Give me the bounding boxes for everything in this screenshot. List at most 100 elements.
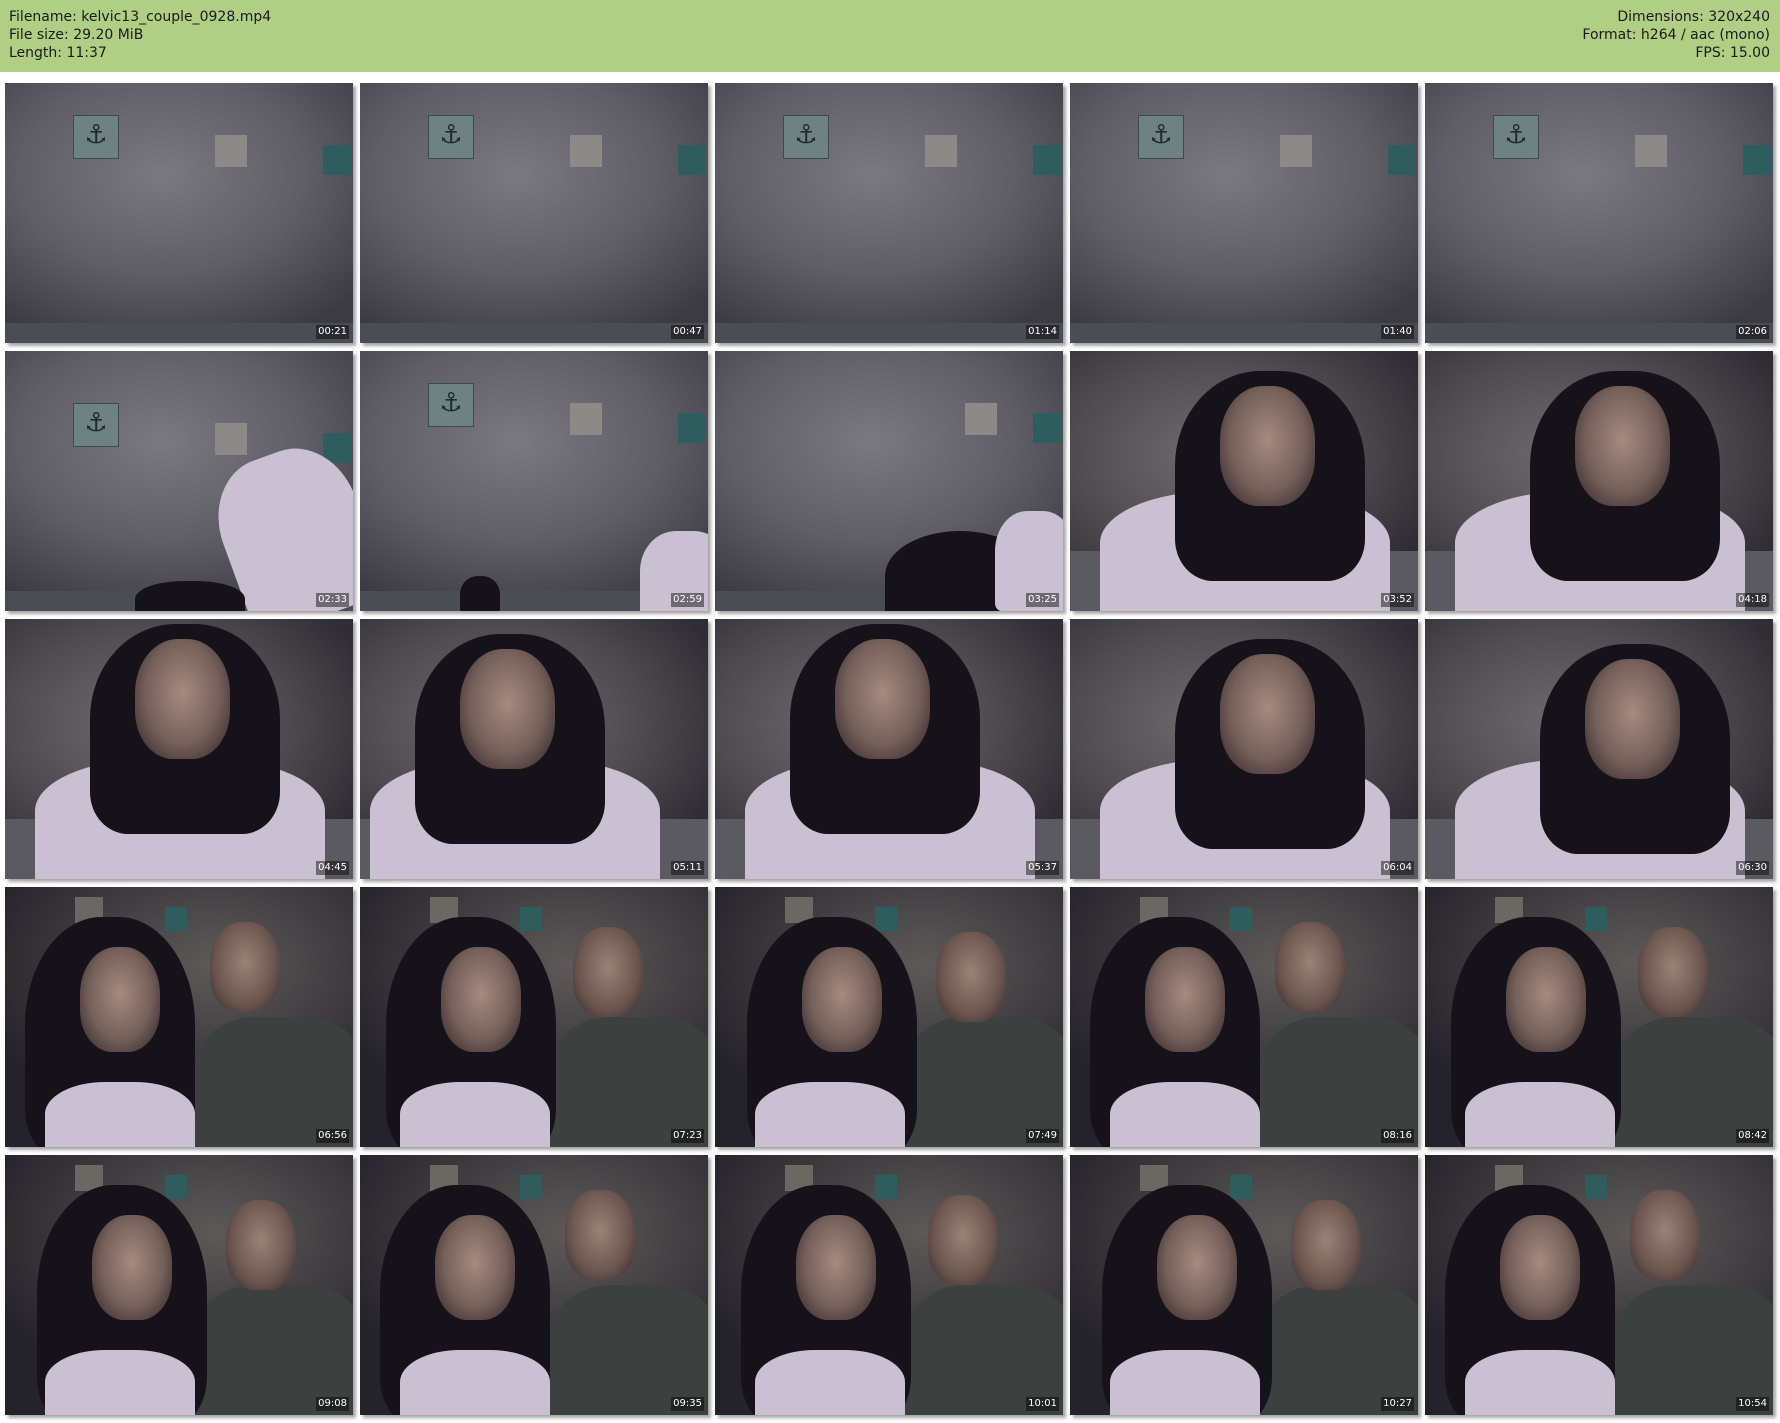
man-head-shape [1630,1190,1700,1280]
wall-card [570,135,602,167]
wall-teal-card [165,907,187,931]
frame-image [360,619,708,879]
wall-teal-card [678,145,706,175]
woman-shirt-shape [45,1082,195,1147]
frame-timestamp: 04:45 [316,861,349,875]
anchor-poster [428,383,474,427]
anchor-poster [783,115,829,159]
wall-card [965,403,997,435]
frame-timestamp: 05:11 [671,861,704,875]
frame-timestamp: 06:56 [316,1129,349,1143]
bed-edge [360,323,708,343]
anchor-poster [428,115,474,159]
frame-image [5,83,353,343]
video-thumbnail: 00:47 [360,83,708,343]
frame-timestamp: 06:30 [1736,861,1769,875]
video-thumbnail: 07:49 [715,887,1063,1147]
video-thumbnail: 02:33 [5,351,353,611]
wall-teal-card [520,1175,542,1199]
man-head-shape [573,927,643,1017]
man-head-shape [1291,1200,1361,1290]
wall-teal-card [1743,145,1771,175]
woman-shirt-shape [1110,1082,1260,1147]
bed-edge [5,323,353,343]
woman-face-shape [92,1215,172,1320]
man-head-shape [928,1195,998,1285]
bed-edge [715,323,1063,343]
man-shirt-shape [550,1285,708,1415]
woman-face-shape [802,947,882,1052]
frame-timestamp: 08:16 [1381,1129,1414,1143]
frame-timestamp: 07:49 [1026,1129,1059,1143]
video-thumbnail: 02:59 [360,351,708,611]
video-thumbnail: 10:54 [1425,1155,1773,1415]
wall-teal-card [1230,907,1252,931]
woman-face-shape [1145,947,1225,1052]
frame-timestamp: 09:35 [671,1397,704,1411]
man-head-shape [1638,927,1708,1017]
woman-face-shape [1220,654,1315,774]
frame-image [715,1155,1063,1415]
man-head-shape [936,932,1006,1022]
woman-face-shape [835,639,930,759]
man-shirt-shape [1260,1017,1418,1147]
frame-timestamp: 05:37 [1026,861,1059,875]
woman-shirt-shape [400,1082,550,1147]
woman-face-shape [80,947,160,1052]
frame-image [5,351,353,611]
video-thumbnail: 05:37 [715,619,1063,879]
woman-shirt-shape [755,1082,905,1147]
frame-image [5,887,353,1147]
video-thumbnail: 06:04 [1070,619,1418,879]
frame-image [715,351,1063,611]
video-thumbnail: 07:23 [360,887,708,1147]
video-thumbnail: 00:21 [5,83,353,343]
anchor-poster [1138,115,1184,159]
frame-timestamp: 10:27 [1381,1397,1414,1411]
woman-face-shape [441,947,521,1052]
thumbnail-grid: 00:21 00:47 01:14 01:40 02:06 02:33 02:59 03:25… [0,0,1780,1423]
frame-timestamp: 02:33 [316,593,349,607]
frame-image [5,619,353,879]
frame-image [1070,887,1418,1147]
frame-timestamp: 07:23 [671,1129,704,1143]
wall-card [215,135,247,167]
man-head-shape [210,922,280,1012]
frame-timestamp: 04:18 [1736,593,1769,607]
video-thumbnail: 02:06 [1425,83,1773,343]
frame-timestamp: 08:42 [1736,1129,1769,1143]
frame-image [360,83,708,343]
frame-timestamp: 10:54 [1736,1397,1769,1411]
video-thumbnail: 09:08 [5,1155,353,1415]
wall-teal-card [1033,145,1061,175]
frame-image [715,619,1063,879]
woman-shirt-shape [45,1350,195,1415]
woman-face-shape [135,639,230,759]
frame-timestamp: 02:59 [671,593,704,607]
woman-shirt-shape [1465,1350,1615,1415]
wall-card [925,135,957,167]
wall-teal-card [1388,145,1416,175]
frame-timestamp: 03:52 [1381,593,1414,607]
frame-image [1425,83,1773,343]
man-shirt-shape [1260,1285,1418,1415]
frame-timestamp: 03:25 [1026,593,1059,607]
frame-image [360,1155,708,1415]
man-shirt-shape [1615,1285,1773,1415]
wall-teal-card [875,907,897,931]
video-thumbnail: 01:40 [1070,83,1418,343]
wall-teal-card [678,413,706,443]
frame-image [1425,351,1773,611]
video-thumbnail: 08:42 [1425,887,1773,1147]
frame-timestamp: 02:06 [1736,325,1769,339]
video-thumbnail: 01:14 [715,83,1063,343]
frame-timestamp: 10:01 [1026,1397,1059,1411]
frame-image [1070,83,1418,343]
video-thumbnail: 08:16 [1070,887,1418,1147]
woman-face-shape [435,1215,515,1320]
man-head-shape [565,1190,635,1280]
woman-shirt-shape [400,1350,550,1415]
woman-face-shape [1506,947,1586,1052]
wall-teal-card [1585,1175,1607,1199]
bed-edge [1425,323,1773,343]
